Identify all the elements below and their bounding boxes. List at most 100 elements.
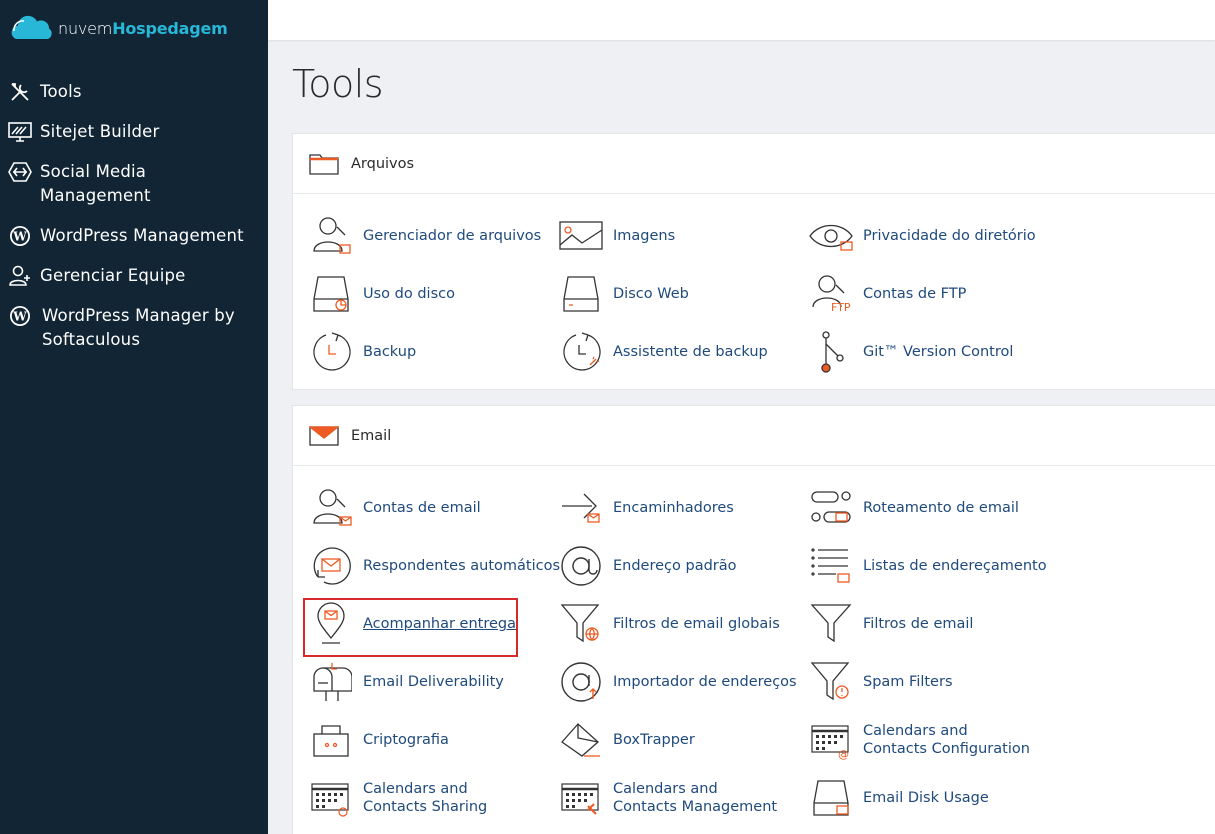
tool-label: Email Deliverability: [363, 674, 504, 690]
brand-logo[interactable]: nuvemHospedagem: [8, 10, 228, 46]
team-icon: [8, 264, 32, 288]
tool-ftp-accounts[interactable]: FTP Contas de FTP: [809, 272, 966, 316]
sidebar-item-social-media[interactable]: Social Media Management: [0, 160, 268, 224]
tool-mailing-lists[interactable]: Listas de endereçamento: [809, 544, 1047, 588]
tool-label: Privacidade do diretório: [863, 228, 1036, 244]
tool-label: Endereço padrão: [613, 558, 737, 574]
tool-email-deliverability[interactable]: Email Deliverability: [309, 660, 504, 704]
images-icon: [559, 214, 603, 258]
sidebar-item-tools[interactable]: Tools: [0, 80, 268, 120]
tool-label: Roteamento de email: [863, 500, 1019, 516]
tool-label: Contas de email: [363, 500, 481, 516]
tool-default-address[interactable]: Endereço padrão: [559, 544, 737, 588]
wordpress-icon: W: [8, 304, 32, 328]
tool-label: Listas de endereçamento: [863, 558, 1047, 574]
sidebar-nav: Tools Sitejet Builder Social Media Manag…: [0, 80, 268, 368]
svg-text:@: @: [838, 748, 849, 760]
section-header[interactable]: Arquivos: [293, 134, 1215, 194]
default-address-icon: [559, 544, 603, 588]
mailbox-icon: [309, 660, 353, 704]
svg-text:W: W: [12, 310, 27, 324]
spam-filters-icon: [809, 660, 853, 704]
sidebar-item-label: WordPress Manager by Softaculous: [42, 306, 235, 349]
tool-label: BoxTrapper: [613, 732, 695, 748]
calendar-sharing-icon: [309, 776, 353, 820]
tool-label: Respondentes automáticos: [363, 558, 561, 574]
tool-calendar-config[interactable]: @ Calendars and Contacts Configuration: [809, 718, 1033, 762]
sidebar-item-wordpress-softaculous[interactable]: W WordPress Manager by Softaculous: [0, 304, 268, 368]
tool-boxtrapper[interactable]: BoxTrapper: [559, 718, 695, 762]
svg-text:W: W: [12, 230, 27, 244]
autoresponders-icon: [309, 544, 353, 588]
tool-label: Encaminhadores: [613, 500, 734, 516]
backup-icon: [309, 330, 353, 374]
page-title: Tools: [292, 62, 384, 106]
track-delivery-icon: [309, 602, 353, 646]
sidebar-item-team[interactable]: Gerenciar Equipe: [0, 264, 268, 304]
wordpress-icon: W: [8, 224, 32, 248]
tool-disk-usage[interactable]: Uso do disco: [309, 272, 455, 316]
tool-label: Imagens: [613, 228, 676, 244]
email-disk-usage-icon: [809, 776, 853, 820]
tool-autoresponders[interactable]: Respondentes automáticos: [309, 544, 560, 588]
sidebar-item-label: Social Media Management: [40, 162, 151, 205]
email-routing-icon: [809, 486, 853, 530]
sidebar-item-sitejet[interactable]: Sitejet Builder: [0, 120, 268, 160]
section-title: Email: [351, 427, 392, 444]
tool-label: Calendars and Contacts Configuration: [863, 723, 1030, 757]
folder-icon: [309, 152, 339, 176]
tool-backup-wizard[interactable]: Assistente de backup: [559, 330, 768, 374]
brand-name: nuvemHospedagem: [58, 18, 228, 38]
tool-label: Contas de FTP: [863, 286, 967, 302]
sidebar-item-label: WordPress Management: [40, 226, 244, 245]
tool-label: Filtros de email globais: [613, 616, 780, 632]
calendar-management-icon: [559, 776, 603, 820]
tool-label: Acompanhar entrega: [363, 616, 517, 632]
tool-label: Spam Filters: [863, 674, 953, 690]
tool-web-disk[interactable]: Disco Web: [559, 272, 689, 316]
tool-directory-privacy[interactable]: Privacidade do diretório: [809, 214, 1036, 258]
tool-images[interactable]: Imagens: [559, 214, 675, 258]
envelope-icon: [309, 424, 339, 448]
tool-global-email-filters[interactable]: Filtros de email globais: [559, 602, 780, 646]
section-title: Arquivos: [351, 155, 415, 172]
tool-file-manager[interactable]: Gerenciador de arquivos: [309, 214, 541, 258]
mailing-lists-icon: [809, 544, 853, 588]
tool-label: Git™ Version Control: [863, 344, 1014, 360]
tool-calendar-management[interactable]: Calendars and Contacts Management: [559, 776, 783, 820]
sidebar: nuvemHospedagem Tools Sitejet Builder So…: [0, 0, 268, 834]
email-filters-icon: [809, 602, 853, 646]
email-accounts-icon: [309, 486, 353, 530]
tool-git[interactable]: Git™ Version Control: [809, 330, 1013, 374]
tool-label: Email Disk Usage: [863, 790, 989, 806]
global-filters-icon: [559, 602, 603, 646]
tool-label: Uso do disco: [363, 286, 455, 302]
calendar-config-icon: @: [809, 718, 853, 762]
sidebar-item-label: Sitejet Builder: [40, 122, 160, 141]
section-header[interactable]: Email: [293, 406, 1215, 466]
forwarders-icon: [559, 486, 603, 530]
tool-email-accounts[interactable]: Contas de email: [309, 486, 481, 530]
tool-email-routing[interactable]: Roteamento de email: [809, 486, 1019, 530]
encryption-icon: [309, 718, 353, 762]
sidebar-item-wordpress-management[interactable]: W WordPress Management: [0, 224, 268, 264]
top-bar: [268, 0, 1215, 40]
tool-spam-filters[interactable]: Spam Filters: [809, 660, 953, 704]
tool-label: Assistente de backup: [613, 344, 768, 360]
tool-address-importer[interactable]: Importador de endereços: [559, 660, 797, 704]
section-email: Email Contas de email Encaminhadores Rot…: [292, 405, 1215, 834]
tool-backup[interactable]: Backup: [309, 330, 416, 374]
svg-text:FTP: FTP: [831, 301, 851, 314]
sidebar-item-label: Tools: [40, 82, 82, 101]
social-media-icon: [8, 160, 32, 184]
tool-encryption[interactable]: Criptografia: [309, 718, 449, 762]
boxtrapper-icon: [559, 718, 603, 762]
address-importer-icon: [559, 660, 603, 704]
file-manager-icon: [309, 214, 353, 258]
tool-calendar-sharing[interactable]: Calendars and Contacts Sharing: [309, 776, 533, 820]
tool-track-delivery[interactable]: Acompanhar entrega: [309, 602, 516, 646]
tool-email-disk-usage[interactable]: Email Disk Usage: [809, 776, 989, 820]
backup-wizard-icon: [559, 330, 603, 374]
tool-forwarders[interactable]: Encaminhadores: [559, 486, 734, 530]
tool-email-filters[interactable]: Filtros de email: [809, 602, 973, 646]
